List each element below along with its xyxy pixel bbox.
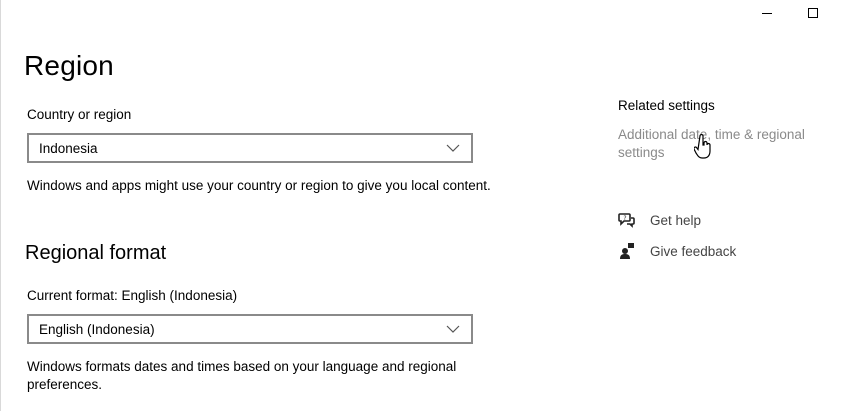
feedback-icon (617, 241, 637, 261)
regional-format-dropdown[interactable]: English (Indonesia) (27, 314, 473, 344)
page-title: Region (24, 50, 114, 81)
minimize-button[interactable] (744, 0, 790, 26)
chevron-down-icon (435, 316, 471, 342)
regional-format-dropdown-value: English (Indonesia) (39, 321, 155, 337)
get-help-label: Get help (650, 212, 702, 228)
maximize-button[interactable] (790, 0, 836, 26)
country-label: Country or region (27, 107, 132, 122)
chevron-down-icon (435, 135, 471, 161)
additional-settings-link[interactable]: Additional date, time & regional setting… (618, 126, 828, 162)
settings-window: Region Country or region Indonesia Windo… (0, 0, 854, 411)
give-feedback-label: Give feedback (650, 243, 737, 259)
regional-format-description: Windows formats dates and times based on… (27, 359, 457, 392)
give-feedback-link[interactable]: Give feedback (617, 241, 736, 261)
window-border (0, 0, 1, 411)
minimize-icon (762, 12, 772, 14)
current-format-label: Current format: English (Indonesia) (27, 288, 238, 303)
country-dropdown-value: Indonesia (39, 140, 98, 156)
maximize-icon (808, 8, 818, 18)
regional-format-heading: Regional format (25, 242, 167, 264)
hand-cursor-icon (694, 134, 711, 159)
help-chat-icon: ? (617, 210, 637, 230)
get-help-link[interactable]: ? Get help (617, 210, 701, 230)
country-description: Windows and apps might use your country … (27, 178, 491, 193)
svg-text:?: ? (623, 215, 626, 222)
country-dropdown[interactable]: Indonesia (27, 133, 473, 163)
related-settings-heading: Related settings (618, 98, 715, 113)
